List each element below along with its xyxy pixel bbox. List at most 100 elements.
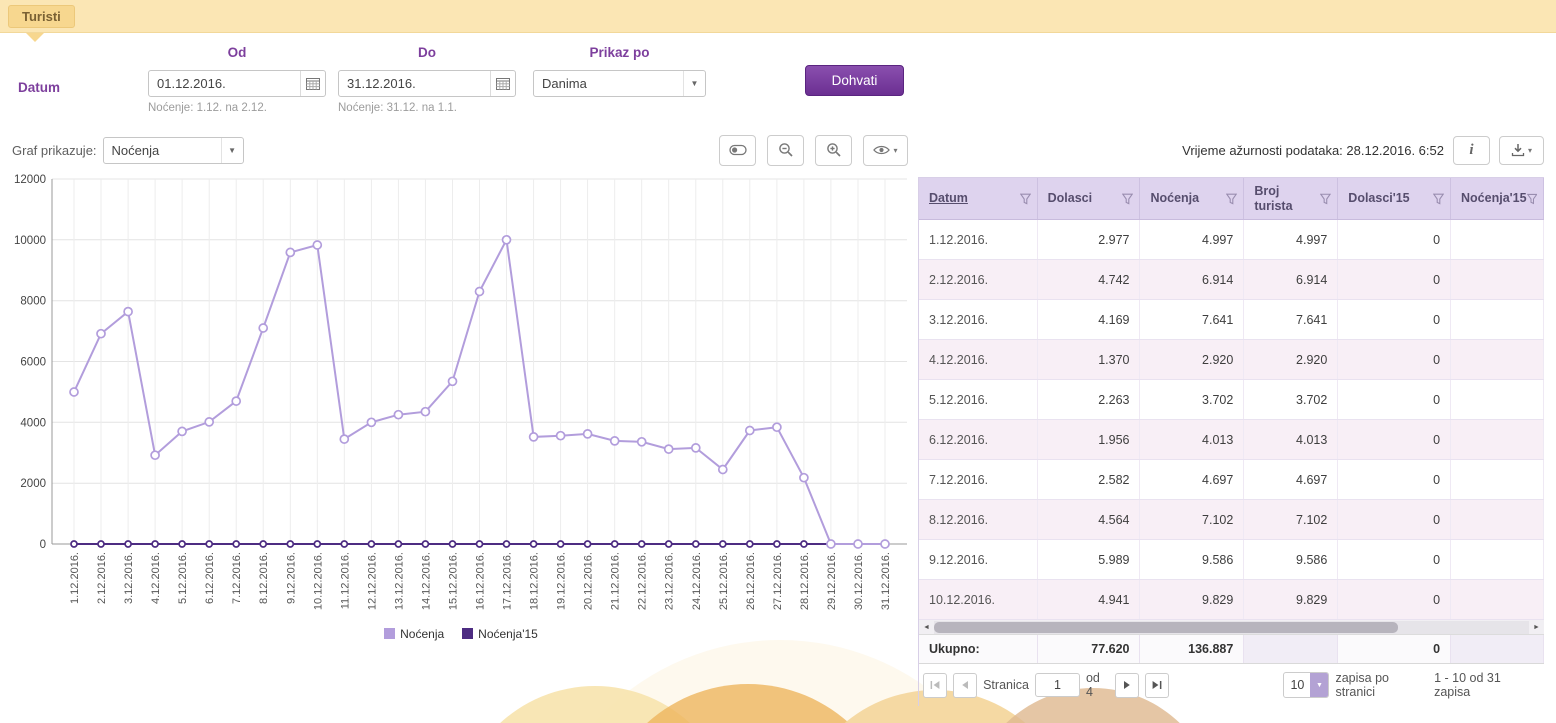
chevron-down-icon: ▼	[683, 71, 705, 96]
scrollbar-thumb[interactable]	[934, 622, 1398, 633]
page-number-input[interactable]	[1035, 673, 1080, 697]
calendar-icon[interactable]	[300, 71, 325, 96]
table-cell: 9.829	[1140, 580, 1244, 619]
total-cell	[1244, 635, 1338, 663]
filter-funnel-icon[interactable]	[1226, 193, 1237, 205]
table-cell	[1451, 220, 1544, 259]
scroll-right-icon[interactable]: ►	[1529, 624, 1544, 631]
svg-text:4.12.2016.: 4.12.2016.	[150, 552, 162, 604]
table-row[interactable]: 5.12.2016.2.2633.7023.7020	[919, 380, 1544, 420]
table-cell: 7.12.2016.	[919, 460, 1038, 499]
info-button[interactable]: i	[1453, 136, 1490, 165]
scrollbar-track[interactable]	[934, 621, 1529, 634]
date-from-field[interactable]	[148, 70, 326, 97]
filter-funnel-icon[interactable]	[1122, 193, 1133, 205]
table-cell: 9.12.2016.	[919, 540, 1038, 579]
column-header[interactable]: Datum	[919, 178, 1038, 219]
column-header[interactable]: Noćenja'15	[1451, 178, 1544, 219]
table-cell: 1.956	[1038, 420, 1141, 459]
zoom-out-button[interactable]	[767, 135, 804, 166]
legend-item[interactable]: Noćenja'15	[462, 627, 538, 641]
download-button[interactable]: ▾	[1499, 136, 1544, 165]
toggle-series-button[interactable]	[719, 135, 756, 166]
column-header[interactable]: Dolasci	[1038, 178, 1141, 219]
table-cell: 2.12.2016.	[919, 260, 1038, 299]
date-to-field[interactable]	[338, 70, 516, 97]
first-page-button[interactable]	[923, 673, 947, 698]
table-row[interactable]: 2.12.2016.4.7426.9146.9140	[919, 260, 1544, 300]
filter-funnel-icon[interactable]	[1320, 193, 1331, 205]
svg-text:9.12.2016.: 9.12.2016.	[285, 552, 297, 604]
prikaz-po-group: Prikaz po Danima ▼	[533, 45, 706, 97]
filter-funnel-icon[interactable]	[1020, 193, 1031, 205]
scroll-left-icon[interactable]: ◄	[919, 624, 934, 631]
table-row[interactable]: 1.12.2016.2.9774.9974.9970	[919, 220, 1544, 260]
next-page-icon	[1123, 680, 1131, 690]
svg-text:27.12.2016.: 27.12.2016.	[772, 552, 784, 610]
table-cell: 0	[1338, 220, 1451, 259]
column-header[interactable]: Broj turista	[1244, 178, 1338, 219]
table-cell: 4.013	[1140, 420, 1244, 459]
column-header-label: Dolasci	[1048, 191, 1092, 206]
tab-turisti[interactable]: Turisti	[8, 5, 75, 28]
prikaz-po-select[interactable]: Danima ▼	[533, 70, 706, 97]
fetch-button[interactable]: Dohvati	[805, 65, 904, 96]
svg-text:4000: 4000	[20, 417, 46, 429]
table-cell: 4.742	[1038, 260, 1141, 299]
last-page-button[interactable]	[1145, 673, 1169, 698]
table-row[interactable]: 9.12.2016.5.9899.5869.5860	[919, 540, 1544, 580]
column-header-label: Broj turista	[1254, 184, 1320, 214]
graf-prikazuje-label: Graf prikazuje:	[12, 143, 97, 158]
total-cell: 77.620	[1038, 635, 1141, 663]
date-to-input[interactable]	[339, 76, 490, 91]
filter-funnel-icon[interactable]	[1527, 193, 1537, 205]
filter-funnel-icon[interactable]	[1433, 193, 1444, 205]
zoom-in-button[interactable]	[815, 135, 852, 166]
table-total-row: Ukupno:77.620136.8870	[919, 635, 1544, 664]
next-page-button[interactable]	[1115, 673, 1139, 698]
legend-swatch	[384, 628, 395, 639]
graf-select-value: Noćenja	[104, 143, 221, 158]
svg-text:6.12.2016.: 6.12.2016.	[204, 552, 216, 604]
table-row[interactable]: 8.12.2016.4.5647.1027.1020	[919, 500, 1544, 540]
zoom-out-icon	[778, 142, 794, 158]
svg-text:24.12.2016.: 24.12.2016.	[691, 552, 703, 610]
table-cell: 4.169	[1038, 300, 1141, 339]
svg-text:1.12.2016.: 1.12.2016.	[69, 552, 81, 604]
table-cell: 5.989	[1038, 540, 1141, 579]
svg-text:30.12.2016.: 30.12.2016.	[853, 552, 865, 610]
table-cell: 10.12.2016.	[919, 580, 1038, 619]
calendar-icon[interactable]	[490, 71, 515, 96]
column-header[interactable]: Dolasci'15	[1338, 178, 1451, 219]
svg-text:11.12.2016.: 11.12.2016.	[339, 552, 351, 609]
table-row[interactable]: 6.12.2016.1.9564.0134.0130	[919, 420, 1544, 460]
svg-text:7.12.2016.: 7.12.2016.	[231, 552, 243, 604]
date-from-input[interactable]	[149, 76, 300, 91]
table-cell	[1451, 500, 1544, 539]
column-header[interactable]: Noćenja	[1140, 178, 1244, 219]
legend-item[interactable]: Noćenja	[384, 627, 444, 641]
svg-text:14.12.2016.: 14.12.2016.	[420, 552, 432, 610]
visibility-button[interactable]: ▾	[863, 135, 908, 166]
table-row[interactable]: 4.12.2016.1.3702.9202.9200	[919, 340, 1544, 380]
table-cell: 1.370	[1038, 340, 1141, 379]
table-cell: 5.12.2016.	[919, 380, 1038, 419]
od-hint: Noćenje: 1.12. na 2.12.	[148, 102, 326, 114]
date-to-group: Do Noćenje: 31.12. na 1.1.	[338, 45, 516, 114]
tab-label: Turisti	[22, 9, 61, 24]
svg-text:16.12.2016.: 16.12.2016.	[475, 552, 487, 610]
table-row[interactable]: 3.12.2016.4.1697.6417.6410	[919, 300, 1544, 340]
svg-text:29.12.2016.: 29.12.2016.	[826, 552, 838, 610]
page-size-select[interactable]: 10 ▼	[1283, 672, 1329, 698]
table-row[interactable]: 10.12.2016.4.9419.8299.8290	[919, 580, 1544, 620]
chevron-down-icon: ▾	[1528, 146, 1532, 155]
table-cell: 9.586	[1244, 540, 1338, 579]
top-tab-bar: Turisti	[0, 0, 1556, 33]
date-from-group: Od Noćenje: 1.12. na 2.12.	[148, 45, 326, 114]
line-chart[interactable]: 0200040006000800010000120001.12.2016.2.1…	[4, 171, 914, 633]
total-label: Ukupno:	[919, 635, 1038, 663]
prev-page-button[interactable]	[953, 673, 977, 698]
graf-select[interactable]: Noćenja ▼	[103, 137, 244, 164]
table-row[interactable]: 7.12.2016.2.5824.6974.6970	[919, 460, 1544, 500]
horizontal-scrollbar[interactable]: ◄ ►	[919, 620, 1544, 635]
